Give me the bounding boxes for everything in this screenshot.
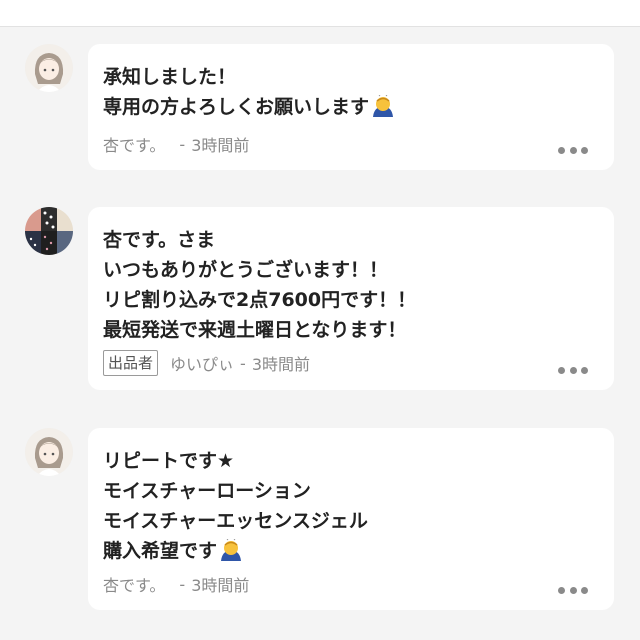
more-dot [581,146,588,154]
more-dot [569,366,577,374]
more-dot [558,146,565,154]
more-options-icon[interactable] [558,586,588,594]
comment-bubble: 承知しました！ 専用の方よろしくお願いします 杏です。 - 3時間前 [88,44,614,170]
comment-author[interactable]: 杏です。 [103,572,165,596]
more-options-icon[interactable] [558,366,588,374]
top-bar [0,0,640,27]
comment-text-line: 承知しました！ [103,66,237,88]
comment-text-line: リピ割り込みで2点7600円です！！ [103,289,417,311]
comment-text-line: モイスチャーローション [103,480,311,502]
more-options-icon[interactable] [558,146,588,154]
girl-avatar-icon[interactable] [25,44,73,92]
seller-badge: 出品者 [103,350,159,376]
comment-text-line: リピートです★ [103,450,235,472]
comment-time: 3時間前 [251,355,310,374]
comment-bubble: 杏です。さま いつもありがとうございます！！ リピ割り込みで2点7600円です！… [88,207,614,390]
more-dot [558,366,565,374]
comment-time: 3時間前 [191,576,250,595]
comment-text-line: モイスチャーエッセンスジェル [103,510,368,532]
more-dot [569,146,577,154]
comment-author[interactable]: 杏です。 [103,132,165,156]
comment-text-line: 購入希望です [103,536,598,570]
comment-bubble: リピートです★ モイスチャーローション モイスチャーエッセンスジェル 購入希望で… [88,428,614,610]
meta-separator: - [179,574,186,594]
comment-text-line: いつもありがとうございます！！ [103,259,389,281]
pattern-avatar-icon[interactable] [25,207,73,255]
comment-text-line: 専用の方よろしくお願いします [103,92,598,126]
more-dot [569,586,577,594]
comment-author[interactable]: ゆいぴぃ [170,351,234,375]
comment-meta: 杏です。 - 3時間前 [103,132,249,156]
comment-text-line: 杏です。さま [103,229,216,251]
comment-meta: 杏です。 - 3時間前 [103,572,249,596]
girl-avatar-icon[interactable] [25,428,73,476]
bowing-person-emoji-icon [219,538,243,570]
more-dot [581,586,588,594]
comment-text-line: 最短発送で来週土曜日となります！ [103,319,407,341]
bowing-person-emoji-icon [371,94,395,126]
more-dot [581,366,588,374]
comment-meta: 出品者 ゆいぴぃ - 3時間前 [103,350,310,376]
comment-time: 3時間前 [191,136,250,155]
meta-separator: - [240,353,246,373]
more-dot [558,586,565,594]
meta-separator: - [179,134,186,154]
